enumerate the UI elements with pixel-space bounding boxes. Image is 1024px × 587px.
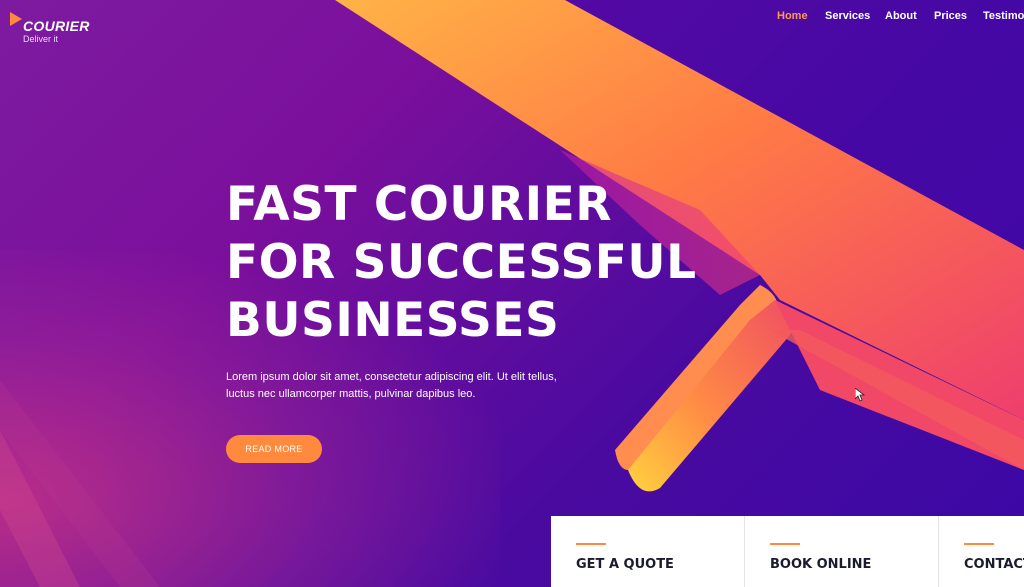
read-more-button[interactable]: READ MORE xyxy=(226,435,322,463)
brand-tagline: Deliver it xyxy=(23,34,59,44)
card-label: GET A QUOTE xyxy=(576,557,674,572)
card-accent-line xyxy=(576,543,606,545)
card-get-a-quote[interactable]: GET A QUOTE xyxy=(551,516,745,587)
card-label: BOOK ONLINE xyxy=(770,557,872,572)
brand-logo[interactable]: COURIER Deliver it xyxy=(10,10,110,46)
card-accent-line xyxy=(770,543,800,545)
card-label: CONTACT xyxy=(964,557,1024,572)
nav-item-testimonials[interactable]: Testimonials xyxy=(983,10,1024,22)
nav-item-prices[interactable]: Prices xyxy=(934,10,967,22)
feature-cards: GET A QUOTE BOOK ONLINE CONTACT xyxy=(551,516,1024,587)
logo-arrow-icon xyxy=(10,12,22,26)
hero-title-line-3: BUSINESSES xyxy=(226,293,560,348)
mouse-cursor-icon xyxy=(855,388,865,402)
card-contact[interactable]: CONTACT xyxy=(939,516,1024,587)
nav-item-services[interactable]: Services xyxy=(825,10,870,22)
brand-name: COURIER xyxy=(23,18,90,34)
hero-description: Lorem ipsum dolor sit amet, consectetur … xyxy=(226,371,557,400)
nav-item-home[interactable]: Home xyxy=(777,10,808,22)
hero-title-line-1: FAST COURIER xyxy=(226,177,612,232)
hero-title-line-2: FOR SUCCESSFUL xyxy=(226,235,697,290)
card-book-online[interactable]: BOOK ONLINE xyxy=(745,516,939,587)
card-accent-line xyxy=(964,543,994,545)
nav-item-about[interactable]: About xyxy=(885,10,917,22)
hero-title: FAST COURIER FOR SUCCESSFUL BUSINESSES xyxy=(226,176,746,350)
